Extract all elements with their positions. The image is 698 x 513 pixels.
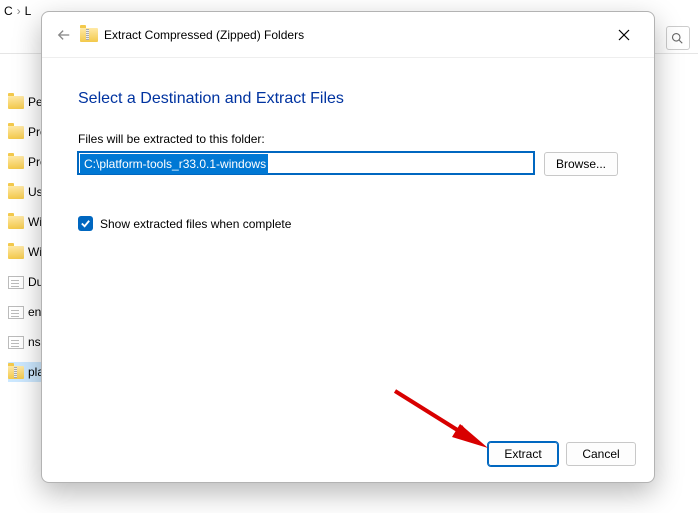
folder-icon [8,156,24,169]
selected-path-text: C:\platform-tools_r33.0.1-windows [80,154,268,174]
list-item[interactable]: Prc [8,152,42,172]
cancel-button[interactable]: Cancel [566,442,636,466]
breadcrumb[interactable]: C › L [4,4,31,18]
folder-icon [8,96,24,109]
extract-dialog: Extract Compressed (Zipped) Folders Sele… [41,11,655,483]
list-item-label: Du [28,275,42,289]
list-item-label: nsi [28,335,42,349]
list-item-label: Prc [28,155,42,169]
dialog-body: Select a Destination and Extract Files F… [42,58,654,426]
search-icon [671,32,683,44]
folder-icon [8,216,24,229]
breadcrumb-segment[interactable]: L [25,4,32,18]
show-extracted-checkbox[interactable] [78,216,93,231]
list-item-label: Use [28,185,42,199]
destination-path-input[interactable]: C:\platform-tools_r33.0.1-windows [78,152,534,174]
show-extracted-label: Show extracted files when complete [100,217,291,231]
folder-icon [8,186,24,199]
folder-icon [8,126,24,139]
dialog-heading: Select a Destination and Extract Files [78,90,618,108]
close-button[interactable] [602,12,646,58]
document-icon [8,336,24,349]
list-item[interactable]: enc [8,302,42,322]
list-item[interactable]: Wi [8,212,42,232]
breadcrumb-segment[interactable]: C [4,4,13,18]
list-item[interactable]: nsi [8,332,42,352]
list-item[interactable]: Prc [8,122,42,142]
zip-folder-icon [8,366,24,379]
dialog-title: Extract Compressed (Zipped) Folders [104,28,304,42]
list-item-label: Prc [28,125,42,139]
list-item-label: Wi [28,215,42,229]
list-item-label: enc [28,305,42,319]
dialog-footer: Extract Cancel [42,426,654,482]
check-icon [80,218,91,229]
list-item[interactable]: Du [8,272,42,292]
list-item[interactable]: Wi [8,242,42,262]
dialog-header: Extract Compressed (Zipped) Folders [42,12,654,58]
close-icon [618,29,630,41]
path-label: Files will be extracted to this folder: [78,132,618,146]
list-item-label: Wi [28,245,42,259]
back-button[interactable] [52,23,76,47]
browse-button[interactable]: Browse... [544,152,618,176]
document-icon [8,306,24,319]
search-box[interactable] [666,26,690,50]
list-item[interactable]: Use [8,182,42,202]
list-item-label: pla [28,365,42,379]
list-item[interactable]: pla [8,362,42,382]
document-icon [8,276,24,289]
list-item[interactable]: Pe [8,92,42,112]
folder-icon [8,246,24,259]
arrow-left-icon [57,28,71,42]
zip-folder-icon [80,28,98,42]
extract-button[interactable]: Extract [488,442,558,466]
chevron-right-icon: › [17,4,21,18]
list-item-label: Pe [28,95,42,109]
